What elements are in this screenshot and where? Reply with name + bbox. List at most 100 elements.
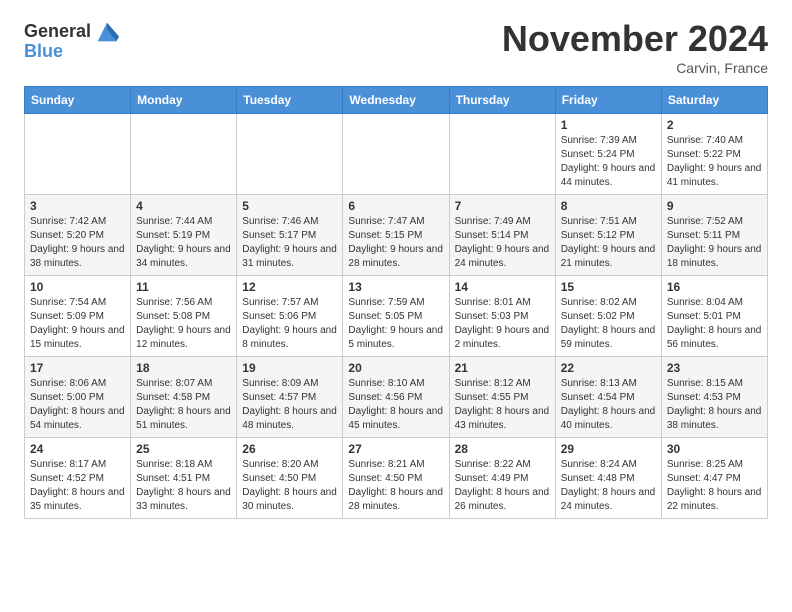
day-header-sunday: Sunday	[25, 87, 131, 114]
day-info: Sunrise: 7:46 AM Sunset: 5:17 PM Dayligh…	[242, 215, 337, 271]
day-number: 27	[348, 442, 443, 456]
day-info: Sunrise: 7:54 AM Sunset: 5:09 PM Dayligh…	[30, 296, 125, 352]
day-number: 7	[455, 199, 550, 213]
day-info: Sunrise: 7:40 AM Sunset: 5:22 PM Dayligh…	[667, 134, 762, 190]
day-info: Sunrise: 8:04 AM Sunset: 5:01 PM Dayligh…	[667, 296, 762, 352]
day-number: 30	[667, 442, 762, 456]
day-info: Sunrise: 7:59 AM Sunset: 5:05 PM Dayligh…	[348, 296, 443, 352]
logo-text: General	[24, 22, 91, 42]
day-info: Sunrise: 8:15 AM Sunset: 4:53 PM Dayligh…	[667, 377, 762, 433]
day-number: 8	[561, 199, 656, 213]
day-info: Sunrise: 8:25 AM Sunset: 4:47 PM Dayligh…	[667, 458, 762, 514]
day-number: 29	[561, 442, 656, 456]
calendar-cell: 16Sunrise: 8:04 AM Sunset: 5:01 PM Dayli…	[661, 276, 767, 357]
calendar-cell	[25, 114, 131, 195]
day-number: 24	[30, 442, 125, 456]
day-info: Sunrise: 8:20 AM Sunset: 4:50 PM Dayligh…	[242, 458, 337, 514]
calendar-header-row: SundayMondayTuesdayWednesdayThursdayFrid…	[25, 87, 768, 114]
day-info: Sunrise: 7:42 AM Sunset: 5:20 PM Dayligh…	[30, 215, 125, 271]
calendar-cell: 14Sunrise: 8:01 AM Sunset: 5:03 PM Dayli…	[449, 276, 555, 357]
week-row-2: 10Sunrise: 7:54 AM Sunset: 5:09 PM Dayli…	[25, 276, 768, 357]
day-number: 22	[561, 361, 656, 375]
day-info: Sunrise: 8:13 AM Sunset: 4:54 PM Dayligh…	[561, 377, 656, 433]
day-number: 26	[242, 442, 337, 456]
day-number: 18	[136, 361, 231, 375]
day-info: Sunrise: 7:57 AM Sunset: 5:06 PM Dayligh…	[242, 296, 337, 352]
calendar-cell: 30 Sunrise: 8:25 AM Sunset: 4:47 PM Dayli…	[661, 438, 767, 519]
week-row-1: 3 Sunrise: 7:42 AM Sunset: 5:20 PM Daylig…	[25, 195, 768, 276]
day-number: 21	[455, 361, 550, 375]
day-info: Sunrise: 8:07 AM Sunset: 4:58 PM Dayligh…	[136, 377, 231, 433]
day-info: Sunrise: 8:02 AM Sunset: 5:02 PM Dayligh…	[561, 296, 656, 352]
day-number: 13	[348, 280, 443, 294]
day-info: Sunrise: 7:47 AM Sunset: 5:15 PM Dayligh…	[348, 215, 443, 271]
calendar-cell: 4 Sunrise: 7:44 AM Sunset: 5:19 PM Daylig…	[131, 195, 237, 276]
day-header-tuesday: Tuesday	[237, 87, 343, 114]
calendar-cell: 8 Sunrise: 7:51 AM Sunset: 5:12 PM Daylig…	[555, 195, 661, 276]
logo: General Blue	[24, 18, 121, 62]
calendar-cell: 12 Sunrise: 7:57 AM Sunset: 5:06 PM Dayli…	[237, 276, 343, 357]
day-info: Sunrise: 8:10 AM Sunset: 4:56 PM Dayligh…	[348, 377, 443, 433]
location: Carvin, France	[502, 60, 768, 76]
day-number: 3	[30, 199, 125, 213]
day-info: Sunrise: 8:21 AM Sunset: 4:50 PM Dayligh…	[348, 458, 443, 514]
day-header-monday: Monday	[131, 87, 237, 114]
calendar-cell	[343, 114, 449, 195]
calendar-cell: 6 Sunrise: 7:47 AM Sunset: 5:15 PM Daylig…	[343, 195, 449, 276]
logo-icon	[93, 18, 121, 46]
calendar-cell: 26 Sunrise: 8:20 AM Sunset: 4:50 PM Dayli…	[237, 438, 343, 519]
day-number: 25	[136, 442, 231, 456]
calendar-cell	[131, 114, 237, 195]
calendar-cell: 29 Sunrise: 8:24 AM Sunset: 4:48 PM Dayli…	[555, 438, 661, 519]
day-info: Sunrise: 8:22 AM Sunset: 4:49 PM Dayligh…	[455, 458, 550, 514]
calendar-cell: 24Sunrise: 8:17 AM Sunset: 4:52 PM Dayli…	[25, 438, 131, 519]
day-info: Sunrise: 8:06 AM Sunset: 5:00 PM Dayligh…	[30, 377, 125, 433]
calendar-cell: 15 Sunrise: 8:02 AM Sunset: 5:02 PM Dayli…	[555, 276, 661, 357]
day-info: Sunrise: 7:52 AM Sunset: 5:11 PM Dayligh…	[667, 215, 762, 271]
day-info: Sunrise: 7:44 AM Sunset: 5:19 PM Dayligh…	[136, 215, 231, 271]
calendar-cell: 1Sunrise: 7:39 AM Sunset: 5:24 PM Daylig…	[555, 114, 661, 195]
week-row-4: 24Sunrise: 8:17 AM Sunset: 4:52 PM Dayli…	[25, 438, 768, 519]
day-info: Sunrise: 8:09 AM Sunset: 4:57 PM Dayligh…	[242, 377, 337, 433]
logo-text-blue: Blue	[24, 42, 63, 62]
day-info: Sunrise: 8:24 AM Sunset: 4:48 PM Dayligh…	[561, 458, 656, 514]
day-number: 11	[136, 280, 231, 294]
calendar-cell: 22 Sunrise: 8:13 AM Sunset: 4:54 PM Dayli…	[555, 357, 661, 438]
day-number: 12	[242, 280, 337, 294]
calendar-cell: 27 Sunrise: 8:21 AM Sunset: 4:50 PM Dayli…	[343, 438, 449, 519]
calendar-cell: 18 Sunrise: 8:07 AM Sunset: 4:58 PM Dayli…	[131, 357, 237, 438]
day-number: 1	[561, 118, 656, 132]
calendar-cell: 9Sunrise: 7:52 AM Sunset: 5:11 PM Daylig…	[661, 195, 767, 276]
day-number: 14	[455, 280, 550, 294]
calendar-cell: 20 Sunrise: 8:10 AM Sunset: 4:56 PM Dayli…	[343, 357, 449, 438]
day-number: 5	[242, 199, 337, 213]
day-number: 6	[348, 199, 443, 213]
day-number: 19	[242, 361, 337, 375]
calendar-cell: 2 Sunrise: 7:40 AM Sunset: 5:22 PM Daylig…	[661, 114, 767, 195]
calendar-cell: 21 Sunrise: 8:12 AM Sunset: 4:55 PM Dayli…	[449, 357, 555, 438]
calendar-cell: 25 Sunrise: 8:18 AM Sunset: 4:51 PM Dayli…	[131, 438, 237, 519]
calendar-cell: 11 Sunrise: 7:56 AM Sunset: 5:08 PM Dayli…	[131, 276, 237, 357]
calendar-cell	[237, 114, 343, 195]
day-number: 20	[348, 361, 443, 375]
calendar-cell: 7 Sunrise: 7:49 AM Sunset: 5:14 PM Daylig…	[449, 195, 555, 276]
day-info: Sunrise: 7:49 AM Sunset: 5:14 PM Dayligh…	[455, 215, 550, 271]
header: General Blue November 2024 Carvin, Franc…	[0, 0, 792, 86]
day-info: Sunrise: 7:56 AM Sunset: 5:08 PM Dayligh…	[136, 296, 231, 352]
day-header-friday: Friday	[555, 87, 661, 114]
calendar-cell: 10Sunrise: 7:54 AM Sunset: 5:09 PM Dayli…	[25, 276, 131, 357]
title-section: November 2024 Carvin, France	[502, 18, 768, 76]
day-info: Sunrise: 7:51 AM Sunset: 5:12 PM Dayligh…	[561, 215, 656, 271]
day-number: 28	[455, 442, 550, 456]
calendar-cell	[449, 114, 555, 195]
day-number: 2	[667, 118, 762, 132]
calendar-cell: 13 Sunrise: 7:59 AM Sunset: 5:05 PM Dayli…	[343, 276, 449, 357]
day-info: Sunrise: 8:18 AM Sunset: 4:51 PM Dayligh…	[136, 458, 231, 514]
day-info: Sunrise: 8:12 AM Sunset: 4:55 PM Dayligh…	[455, 377, 550, 433]
day-number: 4	[136, 199, 231, 213]
day-number: 17	[30, 361, 125, 375]
day-number: 15	[561, 280, 656, 294]
calendar-cell: 3 Sunrise: 7:42 AM Sunset: 5:20 PM Daylig…	[25, 195, 131, 276]
day-header-saturday: Saturday	[661, 87, 767, 114]
calendar-cell: 5 Sunrise: 7:46 AM Sunset: 5:17 PM Daylig…	[237, 195, 343, 276]
